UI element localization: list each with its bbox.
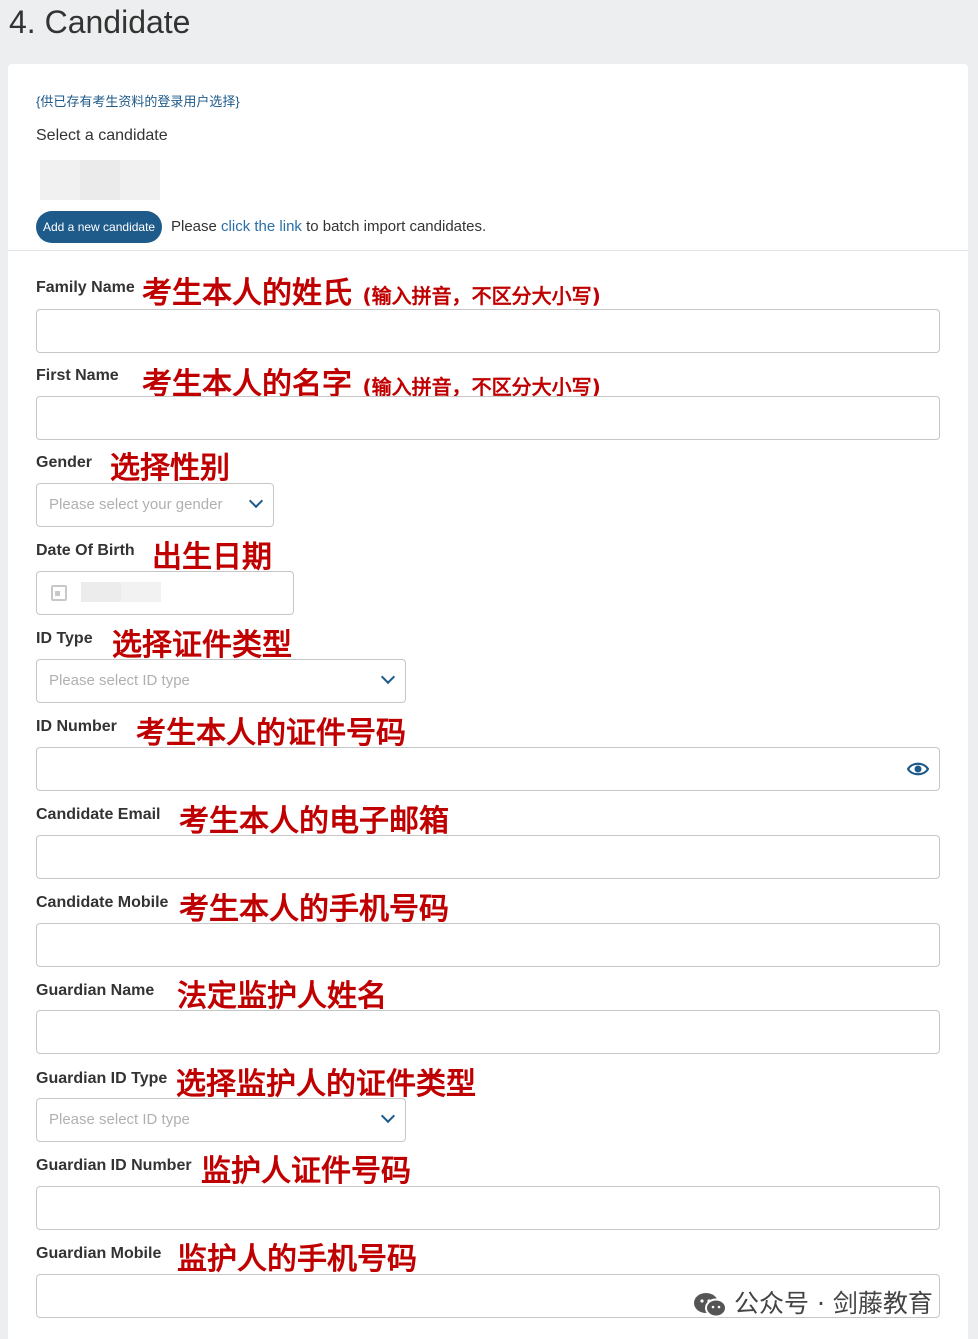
mobile-label: Candidate Mobile [36,894,169,911]
guardian-id-number-note: 监护人证件号码 [201,1154,411,1189]
guardian-mobile-note: 监护人的手机号码 [177,1242,417,1277]
gender-placeholder: Please select your gender [49,496,223,513]
first-name-label: First Name [36,367,119,384]
eye-icon[interactable] [907,760,929,778]
chevron-down-icon [248,493,264,509]
guardian-id-type-note: 选择监护人的证件类型 [176,1067,476,1102]
section-title: 4. Candidate [9,4,191,40]
existing-candidate-hint: {供已存有考生资料的登录用户选择} [36,94,240,109]
guardian-id-type-select[interactable]: Please select ID type [36,1098,406,1142]
dob-note: 出生日期 [152,540,272,575]
batch-prefix: Please [171,218,222,235]
id-number-label: ID Number [36,718,117,735]
email-label: Candidate Email [36,806,161,823]
mobile-input[interactable] [36,923,940,967]
dob-label: Date Of Birth [36,542,135,559]
gender-label: Gender [36,454,93,471]
batch-import-link[interactable]: click the link [221,218,302,235]
guardian-mobile-label: Guardian Mobile [36,1245,162,1262]
guardian-name-note: 法定监护人姓名 [177,979,387,1014]
email-input[interactable] [36,835,940,879]
wechat-icon [694,1293,727,1318]
family-name-note-small: (输入拼音，不区分大小写) [362,284,601,308]
id-number-note: 考生本人的证件号码 [136,716,406,751]
family-name-input[interactable] [36,309,940,353]
watermark: 公众号 · 剑藤教育 [692,1284,933,1320]
id-type-label: ID Type [36,630,93,647]
batch-suffix: to batch import candidates. [301,218,487,235]
guardian-id-type-placeholder: Please select ID type [49,1111,190,1128]
family-name-note: 考生本人的姓氏 [142,276,352,311]
id-type-note: 选择证件类型 [112,628,292,663]
chevron-down-icon [380,1108,396,1124]
guardian-id-number-label: Guardian ID Number [36,1157,192,1174]
guardian-name-input[interactable] [36,1010,940,1054]
first-name-input[interactable] [36,396,940,440]
dob-value-placeholder [81,582,161,602]
id-type-select[interactable]: Please select ID type [36,659,406,703]
family-name-label: Family Name [36,279,135,296]
watermark-text: 公众号 · 剑藤教育 [734,1289,933,1318]
gender-select[interactable]: Please select your gender [36,483,274,527]
guardian-id-number-input[interactable] [36,1186,940,1230]
gender-note: 选择性别 [110,451,230,486]
mobile-note: 考生本人的手机号码 [179,892,449,927]
divider [8,250,968,251]
id-number-input[interactable] [36,747,940,791]
email-note: 考生本人的电子邮箱 [179,804,449,839]
chevron-down-icon [380,669,396,685]
batch-import-text: Please click the link to batch import ca… [171,218,486,235]
id-type-placeholder: Please select ID type [49,672,190,689]
guardian-name-label: Guardian Name [36,982,155,999]
select-candidate-label: Select a candidate [36,127,168,144]
add-new-candidate-button[interactable]: Add a new candidate [36,211,163,243]
candidate-form-card: {供已存有考生资料的登录用户选择} Select a candidate Add… [8,64,968,1339]
dob-input[interactable] [36,571,294,615]
family-name-annotation: 考生本人的姓氏 (输入拼音，不区分大小写) [142,268,601,312]
guardian-id-type-label: Guardian ID Type [36,1070,168,1087]
calendar-icon [51,585,67,601]
candidate-list-placeholder [40,160,160,200]
